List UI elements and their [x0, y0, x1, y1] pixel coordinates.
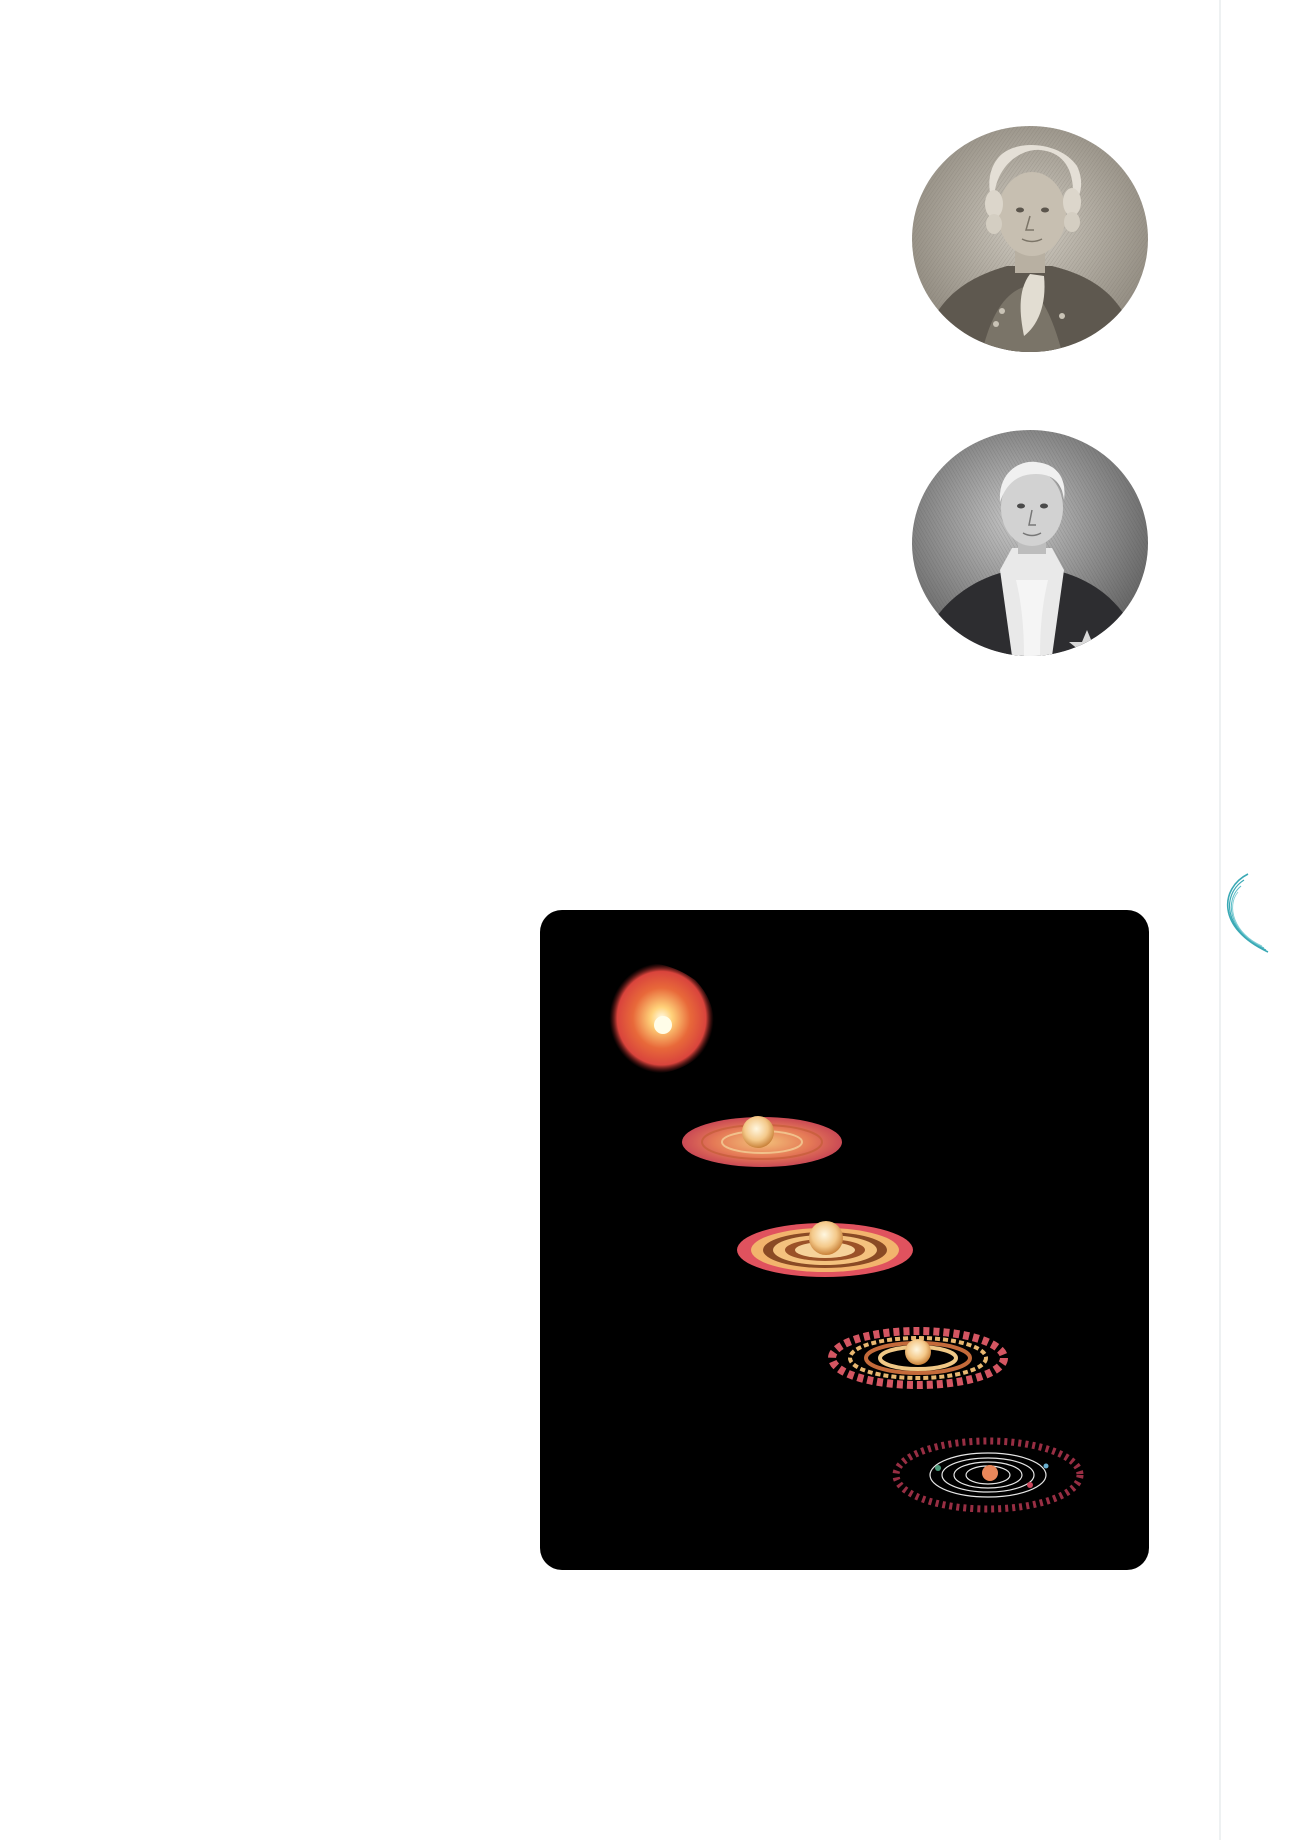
portrait-engraving-2 [912, 430, 1148, 656]
stage-ringed-disk [737, 1221, 913, 1277]
page [0, 0, 1301, 1840]
stage-collapsing-cloud [609, 963, 714, 1074]
nebular-sequence-panel [540, 910, 1149, 1570]
stage-flattening-disk [682, 1116, 842, 1167]
stage-beaded-rings [828, 1327, 1008, 1389]
stage-planetary-system [892, 1437, 1084, 1513]
teal-crescent-swirl-icon [1214, 872, 1274, 956]
portrait-engraving-1 [912, 126, 1148, 352]
